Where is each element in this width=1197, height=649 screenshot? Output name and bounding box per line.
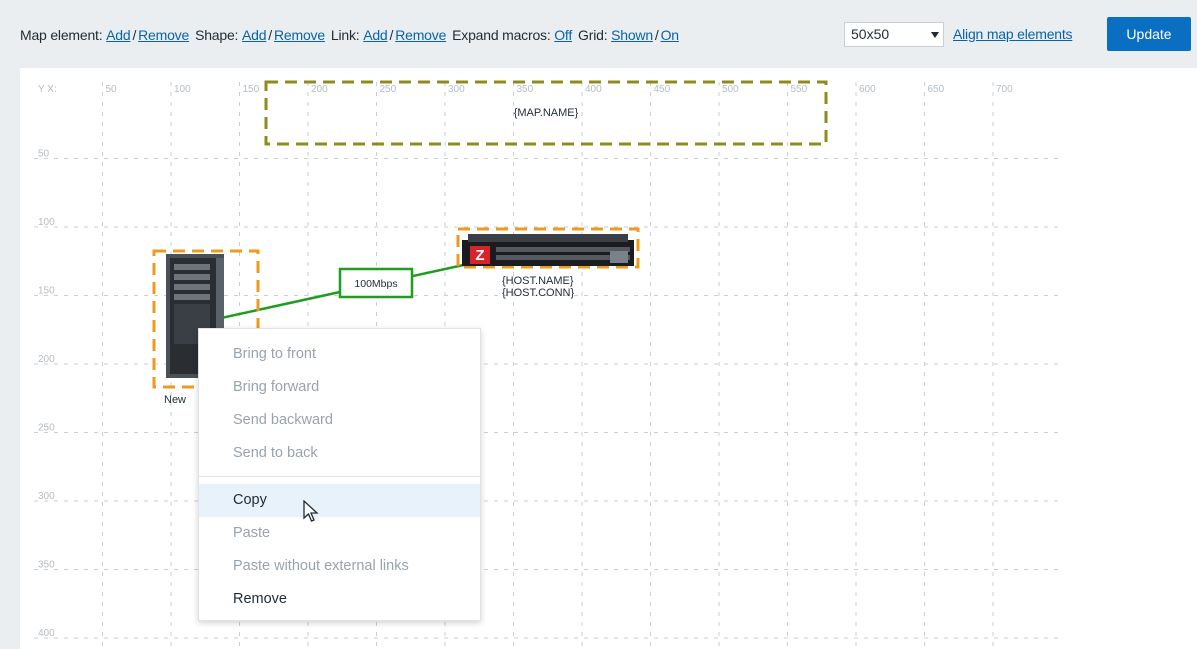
grid-x-label: 700 <box>996 84 1013 95</box>
grid-x-label: 500 <box>722 84 739 95</box>
menu-item-send-backward[interactable]: Send backward <box>199 404 480 437</box>
grid-y-label: 250 <box>38 423 55 434</box>
host-conn-macro: {HOST.CONN} <box>502 287 574 299</box>
separator: / <box>654 27 659 43</box>
link-remove-link[interactable]: Remove <box>395 27 446 43</box>
link-add-link[interactable]: Add <box>363 27 388 43</box>
shape-label: Shape: <box>195 27 239 43</box>
grid-y-label: 150 <box>38 286 55 297</box>
grid-x-label: 650 <box>928 84 945 95</box>
network-switch-icon[interactable]: Z <box>462 234 634 266</box>
grid-x-label: 200 <box>311 84 328 95</box>
map-drawing: 50 100 150 200 250 300 350 400 450 500 550 600 650 70… <box>34 80 1060 649</box>
grid-y-label: 50 <box>38 149 50 160</box>
toolbar-controls: Map element: Add / Remove Shape: Add / R… <box>20 22 679 48</box>
map-element-label: Map element: <box>20 27 103 43</box>
grid-y-label: 400 <box>38 628 55 639</box>
align-map-elements-link[interactable]: Align map elements <box>953 26 1073 42</box>
grid-x-label: 600 <box>859 84 876 95</box>
grid-x-label: 50 <box>106 84 118 95</box>
grid-size-value: 50x50 <box>851 26 890 42</box>
grid-x-label: 400 <box>585 84 602 95</box>
grid-x-label: 350 <box>517 84 534 95</box>
menu-item-remove[interactable]: Remove <box>199 583 480 616</box>
separator: / <box>389 27 394 43</box>
grid-size-select[interactable]: 50x50 <box>844 22 944 47</box>
map-editor-toolbar: Map element: Add / Remove Shape: Add / R… <box>0 0 1197 68</box>
dropdown-arrow-icon <box>931 32 939 38</box>
grid-y-labels: 50 100 150 200 250 300 350 400 <box>38 149 55 640</box>
grid-x-label: 250 <box>380 84 397 95</box>
menu-item-copy[interactable]: Copy <box>199 484 480 517</box>
mouse-pointer-icon <box>303 500 319 522</box>
menu-item-send-to-back[interactable]: Send to back <box>199 437 480 470</box>
grid-x-labels: 50 100 150 200 250 300 350 400 450 500 550 600 650 70… <box>106 84 1014 95</box>
menu-item-paste[interactable]: Paste <box>199 517 480 550</box>
grid-corner-label: Y X: <box>38 84 57 95</box>
expand-macros-label: Expand macros: <box>452 27 551 43</box>
separator: / <box>132 27 137 43</box>
map-link-label: 100Mbps <box>354 278 397 290</box>
menu-item-paste-without-external-links[interactable]: Paste without external links <box>199 550 480 583</box>
map-canvas[interactable]: 50 100 150 200 250 300 350 400 450 500 550 600 650 70… <box>20 68 1197 649</box>
grid-y-label: 100 <box>38 217 55 228</box>
expand-macros-toggle[interactable]: Off <box>554 27 572 43</box>
grid-y-label: 350 <box>38 560 55 571</box>
map-element-remove-link[interactable]: Remove <box>138 27 189 43</box>
server-label: New <box>164 394 186 406</box>
grid-x-label: 300 <box>448 84 465 95</box>
grid-label: Grid: <box>578 27 608 43</box>
grid-y-label: 300 <box>38 491 55 502</box>
grid-y-label: 200 <box>38 354 55 365</box>
update-button[interactable]: Update <box>1107 17 1191 51</box>
grid-x-label: 150 <box>243 84 260 95</box>
menu-divider <box>199 476 480 477</box>
map-element-add-link[interactable]: Add <box>106 27 131 43</box>
link-label: Link: <box>330 27 360 43</box>
grid-x-label: 450 <box>654 84 671 95</box>
map-title-macro: {MAP.NAME} <box>514 107 579 119</box>
menu-item-bring-to-front[interactable]: Bring to front <box>199 338 480 371</box>
shape-remove-link[interactable]: Remove <box>274 27 325 43</box>
shape-add-link[interactable]: Add <box>242 27 267 43</box>
grid-shown-toggle[interactable]: Shown <box>611 27 653 43</box>
grid-x-label: 550 <box>791 84 808 95</box>
menu-item-bring-forward[interactable]: Bring forward <box>199 371 480 404</box>
svg-text:Z: Z <box>475 247 484 264</box>
grid-on-toggle[interactable]: On <box>661 27 679 43</box>
grid-x-label: 100 <box>174 84 191 95</box>
context-menu: Bring to front Bring forward Send backwa… <box>198 328 481 621</box>
separator: / <box>268 27 272 43</box>
host-name-macro: {HOST.NAME} <box>502 275 574 287</box>
